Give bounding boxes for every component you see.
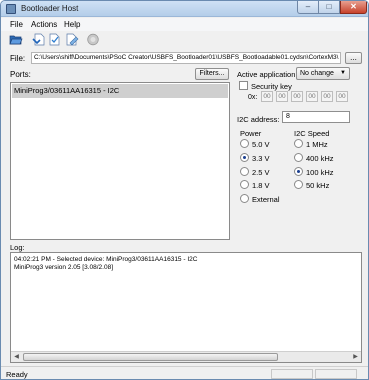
power-label: 1.8 V [252,181,270,190]
status-panel [271,369,313,379]
active-application-label: Active application: [237,70,298,79]
speed-radio-100khz[interactable] [294,167,303,176]
open-folder-icon[interactable] [9,33,23,46]
close-button[interactable]: ✕ [340,1,367,14]
ports-list[interactable]: MiniProg3/03611AA16315 - I2C [10,82,230,240]
power-label: 5.0 V [252,140,270,149]
log-label: Log: [10,243,25,252]
app-icon [6,4,16,14]
menu-help[interactable]: Help [64,20,80,29]
log-line: MiniProg3 version 2.05 [3.08/2.08] [14,264,114,271]
menu-actions[interactable]: Actions [31,20,57,29]
erase-icon[interactable] [65,33,79,46]
ports-label: Ports: [10,70,31,79]
toolbar [1,31,368,49]
i2c-address-input[interactable]: 8 [282,111,350,123]
program-icon[interactable] [32,33,46,46]
speed-label: 1 MHz [306,140,328,149]
security-key-prefix: 0x: [248,94,258,101]
security-key-byte[interactable]: 00 [321,91,333,102]
menu-bar: File Actions Help [1,18,368,31]
security-key-byte[interactable]: 00 [261,91,273,102]
power-radio-3v3[interactable] [240,153,249,162]
file-row: File: C:\Users\shiff\Documents\PSoC Crea… [1,50,368,66]
security-key-byte[interactable]: 00 [291,91,303,102]
menu-file[interactable]: File [10,20,23,29]
file-label: File: [10,54,26,63]
power-title: Power [240,129,262,138]
window-title: Bootloader Host [21,4,79,13]
security-key-byte[interactable]: 00 [336,91,348,102]
speed-label: 50 kHz [306,181,330,190]
app-window: Bootloader Host – □ ✕ File Actions Help [0,0,369,380]
title-bar[interactable]: Bootloader Host – □ ✕ [1,1,368,17]
status-text: Ready [6,370,28,379]
scroll-right-icon[interactable]: ▶ [350,352,361,362]
scroll-left-icon[interactable]: ◀ [11,352,22,362]
minimize-button[interactable]: – [297,1,319,14]
power-label: 2.5 V [252,168,270,177]
power-radio-external[interactable] [240,194,249,203]
active-application-value: No change [300,70,334,77]
active-application-select[interactable]: No change ▼ [296,67,350,80]
status-bar: Ready [1,366,368,379]
maximize-button[interactable]: □ [319,1,340,14]
filters-button[interactable]: Filters... [195,68,229,80]
security-key-label: Security key [251,82,292,91]
file-path-input[interactable]: C:\Users\shiff\Documents\PSoC Creator\US… [31,52,341,64]
speed-radio-1mhz[interactable] [294,139,303,148]
speed-radio-50khz[interactable] [294,180,303,189]
speed-label: 100 kHz [306,168,334,177]
security-key-byte[interactable]: 00 [306,91,318,102]
port-item[interactable]: MiniProg3/03611AA16315 - I2C [12,84,228,98]
log-panel[interactable]: 04:02:21 PM - Selected device: MiniProg3… [10,252,362,363]
security-key-byte[interactable]: 00 [276,91,288,102]
log-line: 04:02:21 PM - Selected device: MiniProg3… [14,256,198,263]
power-label: External [252,195,280,204]
power-label: 3.3 V [252,154,270,163]
speed-radio-400khz[interactable] [294,153,303,162]
verify-icon[interactable] [48,33,62,46]
i2c-speed-title: I2C Speed [294,129,330,138]
security-key-checkbox[interactable] [239,81,248,90]
status-panel [315,369,357,379]
stop-icon[interactable] [86,33,100,46]
speed-label: 400 kHz [306,154,334,163]
power-radio-2v5[interactable] [240,167,249,176]
power-radio-1v8[interactable] [240,180,249,189]
log-horizontal-scrollbar[interactable]: ◀ ▶ [11,351,361,362]
power-radio-5v[interactable] [240,139,249,148]
browse-button[interactable]: ... [345,52,362,64]
chevron-down-icon: ▼ [340,70,346,76]
scrollbar-thumb[interactable] [23,353,278,361]
i2c-address-label: I2C address: [237,115,280,124]
